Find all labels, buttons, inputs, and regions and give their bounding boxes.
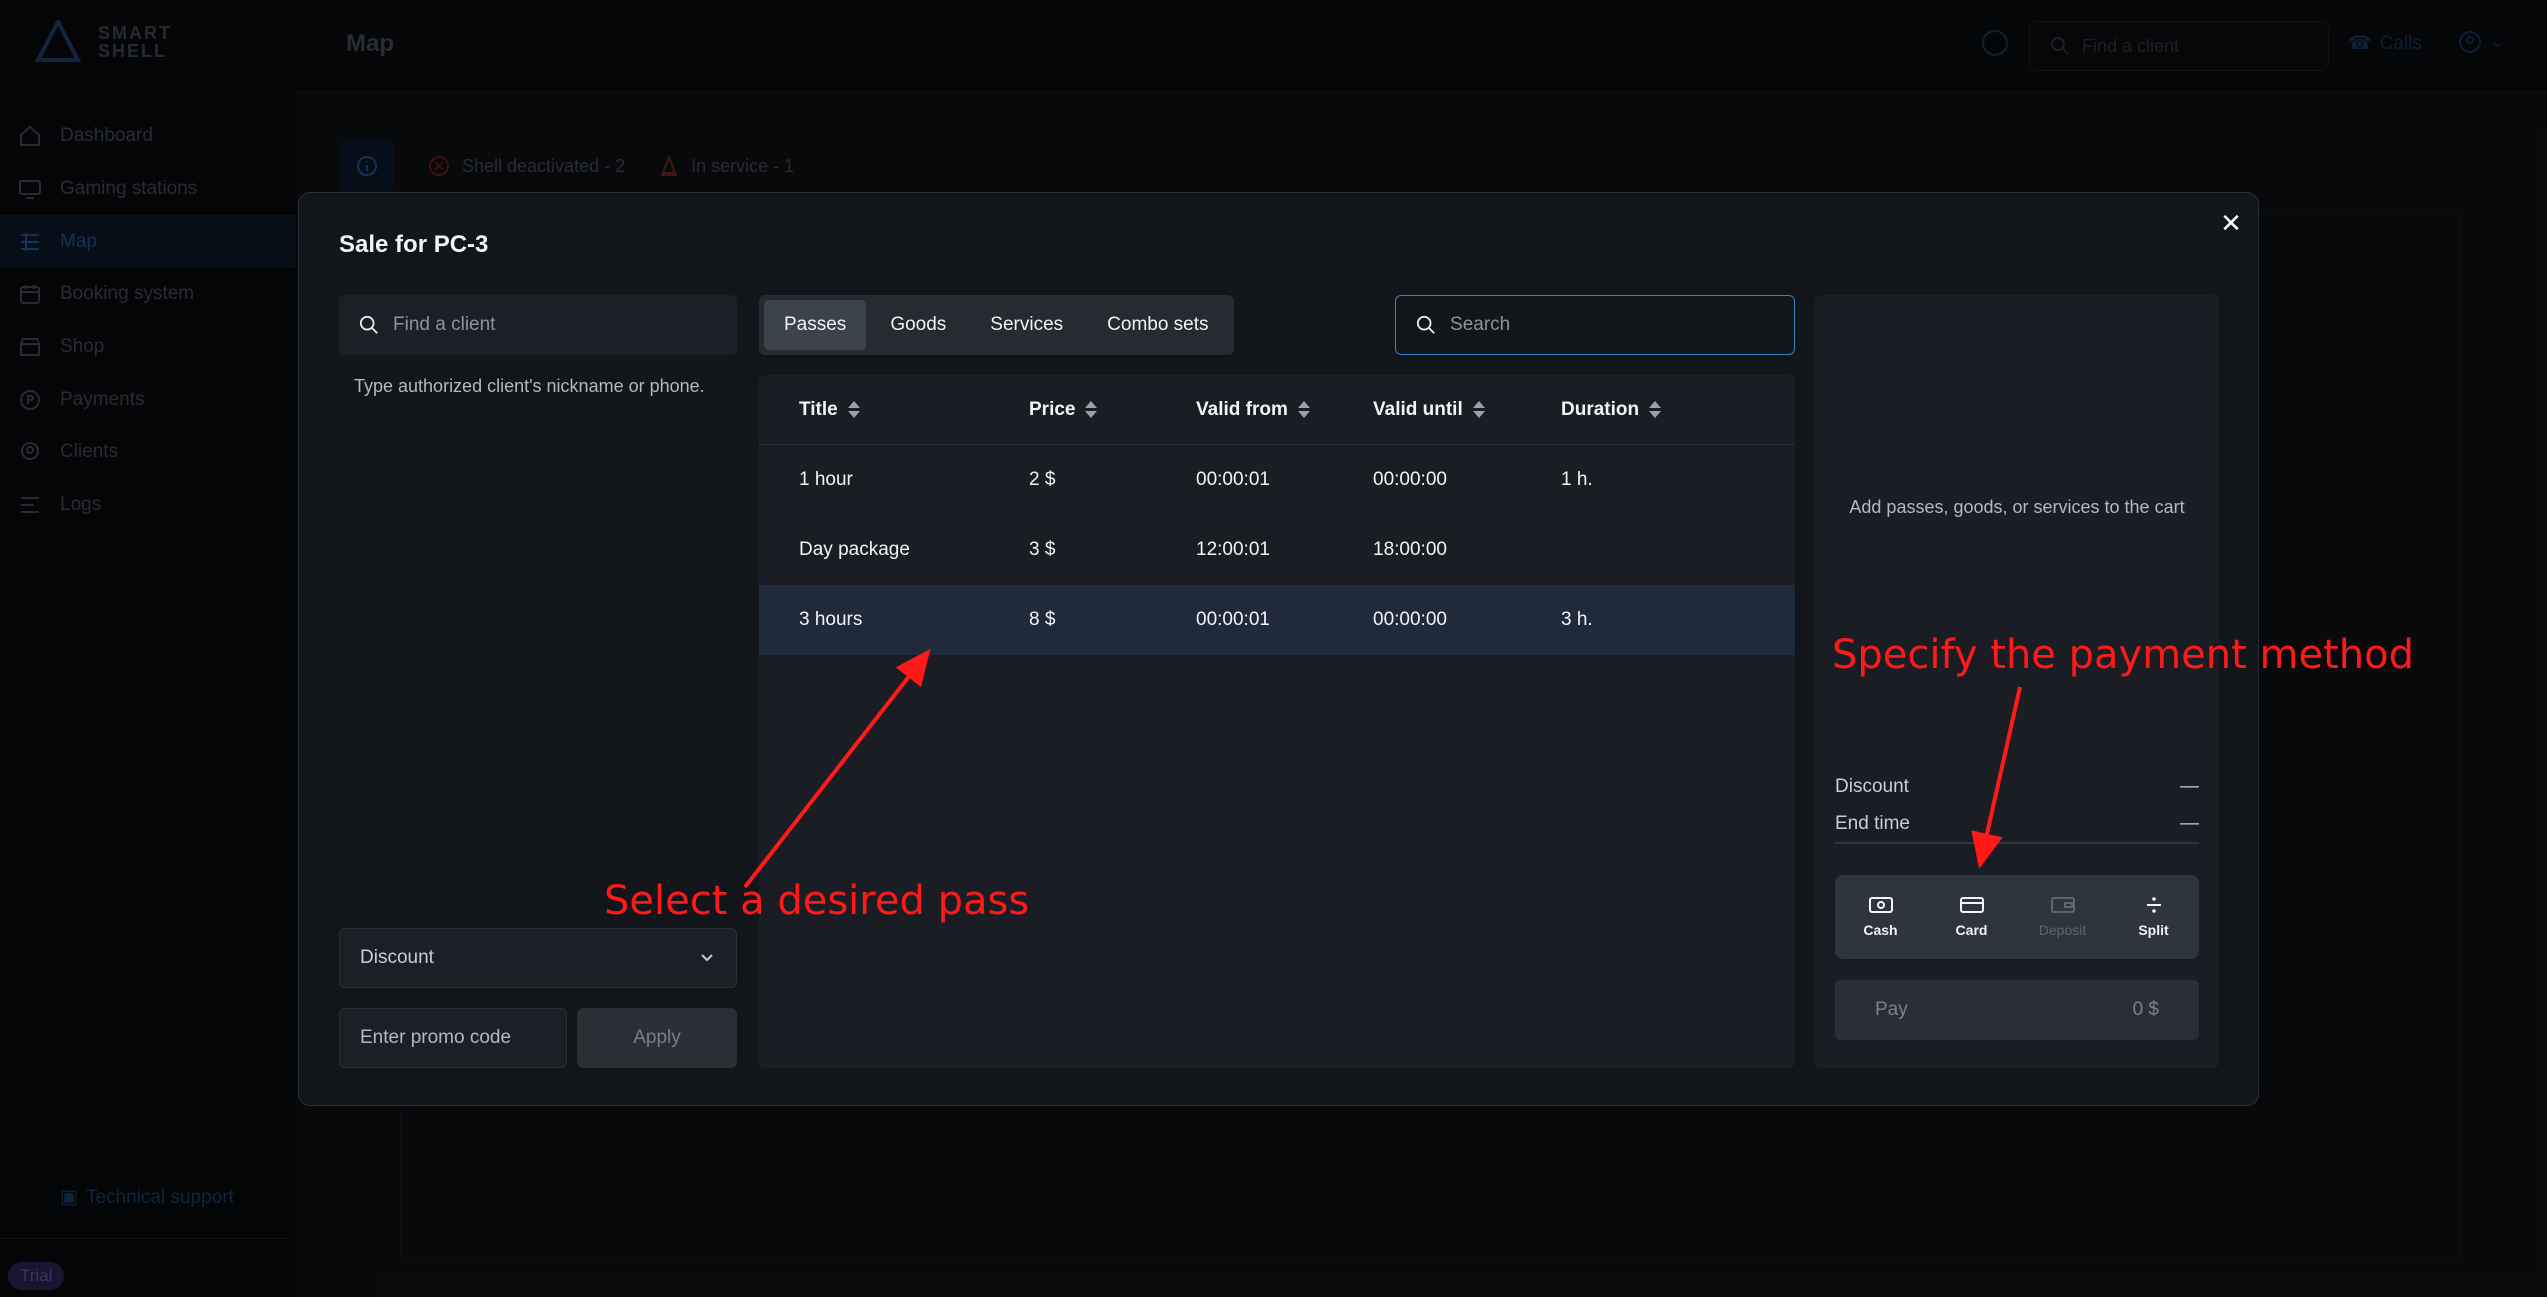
annotation-select-pass: Select a desired pass xyxy=(604,878,1030,924)
pass-arrow xyxy=(743,648,931,889)
payment-arrow xyxy=(1971,686,2022,869)
annotation-payment-method: Specify the payment method xyxy=(1832,632,2414,678)
